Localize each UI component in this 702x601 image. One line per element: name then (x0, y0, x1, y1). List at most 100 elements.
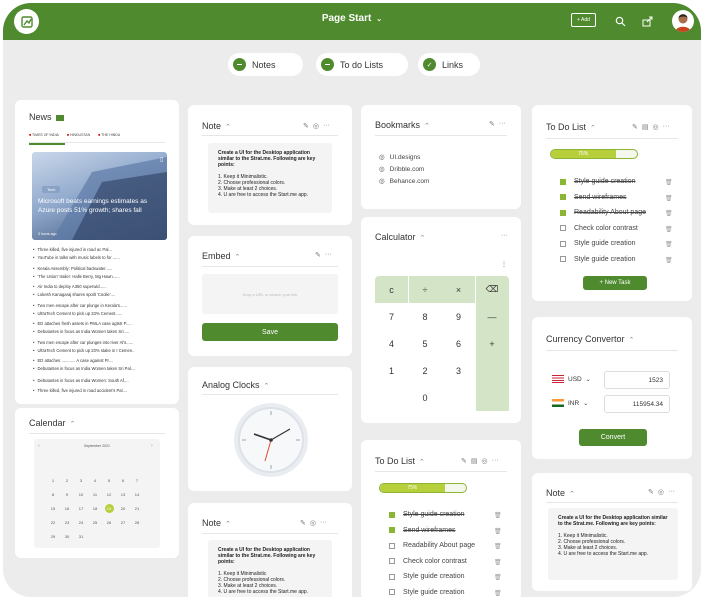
note-body[interactable]: Create a UI for the Desktop application … (208, 540, 332, 597)
bookmark-icon[interactable]: ▯ (160, 156, 163, 163)
tab-todo-lists[interactable]: To do Lists (316, 53, 408, 76)
news-headline[interactable]: Microsoft beats earnings estimates as Az… (38, 197, 163, 215)
tab-links[interactable]: ✓ Links (418, 53, 480, 76)
more-icon[interactable]: ··· (499, 120, 506, 128)
news-item[interactable]: Kerala Assembly: Political backwater....… (33, 266, 112, 271)
news-item[interactable]: Debutantes in focus as India Women taken… (33, 329, 129, 334)
avatar[interactable] (672, 10, 694, 32)
calendar-day[interactable]: 31 (74, 529, 88, 543)
trash-icon[interactable]: 🗑 (665, 195, 673, 202)
todo-item[interactable]: Style guide creation (389, 573, 464, 580)
trash-icon[interactable]: 🗑 (665, 179, 673, 186)
save-button[interactable]: Save (202, 323, 338, 341)
calendar-day[interactable]: 23 (60, 515, 74, 529)
calculator-key[interactable]: ÷ (408, 276, 442, 303)
calculator-key[interactable]: 8 (408, 303, 442, 330)
calendar-day[interactable]: 4 (88, 473, 102, 487)
edit-icon[interactable]: ✎ (461, 457, 467, 465)
trash-icon[interactable]: 🗑 (494, 590, 502, 597)
trash-icon[interactable]: 🗑 (494, 528, 502, 535)
edit-icon[interactable]: ✎ (632, 123, 638, 131)
todo-checkbox[interactable] (560, 256, 566, 262)
todo-item[interactable]: Style guide creation (389, 511, 464, 518)
calendar-icon[interactable]: ▤ (642, 123, 649, 131)
more-icon[interactable]: ··· (668, 488, 675, 496)
calculator-key[interactable]: c (375, 276, 408, 303)
edit-icon[interactable]: ✎ (300, 519, 306, 527)
calendar-day[interactable]: 26 (102, 515, 116, 529)
to-amount-input[interactable]: 115954.34 (604, 395, 670, 413)
news-item[interactable]: ED attaches ............ A case against … (33, 358, 113, 363)
news-item[interactable]: Debutantes in focus as India Women: Sout… (33, 378, 128, 383)
todo-checkbox[interactable] (389, 511, 395, 518)
settings-icon[interactable]: ◎ (313, 122, 319, 130)
news-item[interactable]: UltraTech Cement to pick up 23% Cement..… (33, 311, 122, 316)
news-item[interactable]: Two men escape after car plunges into ri… (33, 340, 133, 345)
calculator-key[interactable]: 2 (408, 357, 442, 384)
news-source-tab[interactable]: ■ HINDUSTAN (67, 133, 90, 137)
more-icon[interactable]: ··· (323, 122, 330, 130)
page-title[interactable]: Page Start ⌄ (3, 13, 701, 24)
news-source-tab[interactable]: ■ THE HINDU (98, 133, 120, 137)
bookmark-link[interactable]: ◎ Dribble.com (379, 165, 424, 173)
new-task-button[interactable]: + New Task (583, 276, 647, 290)
todo-checkbox[interactable] (389, 589, 395, 595)
note-body[interactable]: Create a UI for the Desktop application … (208, 143, 332, 213)
more-icon[interactable]: ··· (492, 457, 499, 465)
calculator-key[interactable]: ⌫ (475, 276, 509, 303)
todo-item[interactable]: Readability About page (389, 542, 475, 549)
more-icon[interactable]: ··· (663, 123, 670, 131)
news-item[interactable]: ED attaches fresh assets in PMLA case ag… (33, 321, 131, 326)
bookmark-link[interactable]: ◎ UI.designs (379, 153, 420, 161)
calendar-day[interactable]: 16 (60, 501, 74, 515)
more-icon[interactable]: ··· (320, 519, 327, 527)
to-currency-select[interactable]: INR ⌄ (552, 399, 588, 407)
trash-icon[interactable]: 🗑 (665, 226, 673, 233)
news-item[interactable]: Two men escape after car plunge in Keral… (33, 303, 126, 308)
todo-item[interactable]: Check color contrast (389, 558, 467, 565)
calendar-day[interactable]: 9 (60, 487, 74, 501)
calendar-day[interactable]: 27 (116, 515, 130, 529)
trash-icon[interactable]: 🗑 (494, 512, 502, 519)
todo-checkbox[interactable] (560, 178, 566, 185)
calculator-key[interactable]: — (475, 303, 509, 330)
news-featured-image[interactable]: ▯ Tech Microsoft beats earnings estimate… (32, 152, 167, 240)
settings-icon[interactable]: ◎ (653, 123, 659, 131)
calculator-key[interactable]: 5 (408, 330, 442, 357)
todo-item[interactable]: Check color contrast (560, 225, 638, 232)
trash-icon[interactable]: 🗑 (665, 210, 673, 217)
convert-button[interactable]: Convert (579, 429, 647, 446)
more-icon[interactable]: ··· (501, 232, 508, 239)
todo-item[interactable]: Style guide creation (560, 256, 635, 263)
news-item[interactable]: 'The Union' trailer: Halle Berry, Mg Haw… (33, 274, 119, 279)
calculator-key[interactable]: 6 (442, 330, 475, 357)
calendar-day[interactable]: 1 (46, 473, 60, 487)
calendar-day[interactable]: 19 (102, 501, 116, 515)
search-icon[interactable] (615, 14, 626, 32)
embed-url-input[interactable]: Drop a URL or search your link (202, 274, 338, 314)
trash-icon[interactable]: 🗑 (494, 559, 502, 566)
trash-icon[interactable]: 🗑 (665, 241, 673, 248)
edit-icon[interactable]: ✎ (489, 120, 495, 128)
edit-icon[interactable]: ✎ (648, 488, 654, 496)
todo-checkbox[interactable] (389, 542, 395, 549)
news-item[interactable]: Three killed, five injured in road accid… (33, 388, 127, 393)
calendar-day[interactable]: 30 (60, 529, 74, 543)
calculator-key[interactable]: 0 (408, 384, 442, 411)
more-icon[interactable]: ··· (325, 251, 332, 259)
todo-item[interactable]: Send wireframes (560, 194, 627, 201)
news-item[interactable]: Three killed, five injured in road ac Pa… (33, 247, 111, 252)
news-item[interactable]: UltraTech Cement to pick up 23% stake in… (33, 348, 134, 353)
calendar-day[interactable]: 18 (88, 501, 102, 515)
calculator-key[interactable]: 3 (442, 357, 475, 384)
calculator-key[interactable]: 1 (375, 357, 408, 384)
calendar-day[interactable]: 5 (102, 473, 116, 487)
calendar-day[interactable]: 2 (60, 473, 74, 487)
news-item[interactable]: Air India to deploy A350 superwid...... (33, 284, 106, 289)
bookmark-link[interactable]: ◎ Behance.com (379, 177, 429, 185)
settings-icon[interactable]: ◎ (482, 457, 488, 465)
calculator-key[interactable]: + (475, 330, 509, 357)
todo-checkbox[interactable] (560, 209, 566, 216)
calendar-day[interactable]: 24 (74, 515, 88, 529)
trash-icon[interactable]: 🗑 (494, 543, 502, 550)
